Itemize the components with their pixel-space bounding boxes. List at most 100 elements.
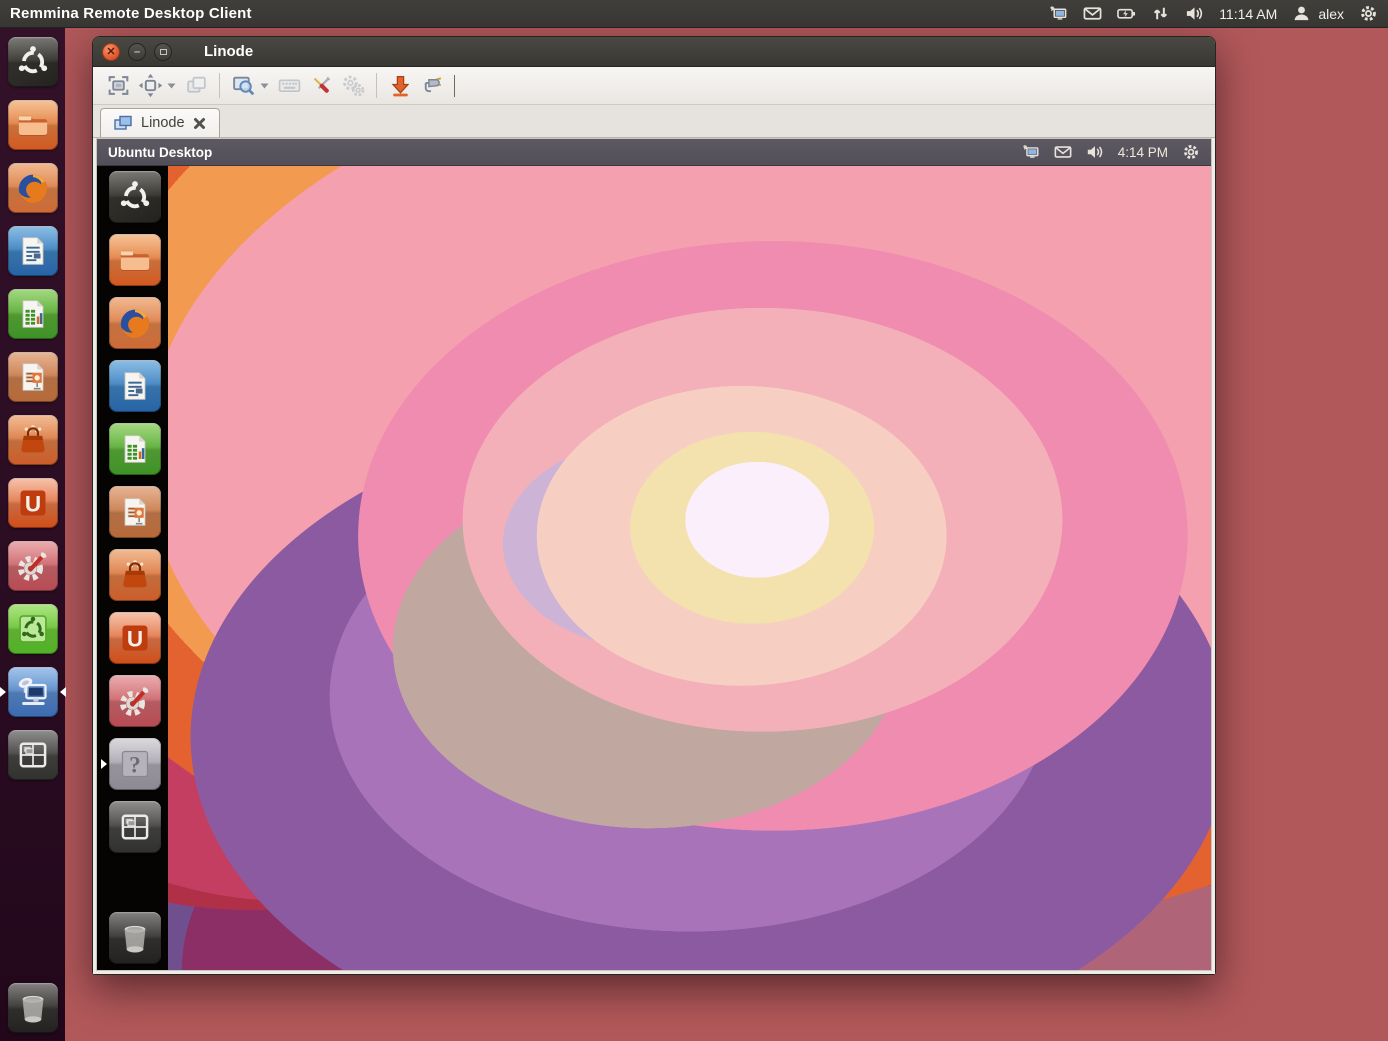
scale-view-icon xyxy=(231,73,256,98)
sync-icon[interactable] xyxy=(1151,4,1170,23)
remote-clock[interactable]: 4:14 PM xyxy=(1118,145,1168,160)
screenshot-download-button[interactable] xyxy=(384,71,416,101)
firefox-icon xyxy=(13,168,53,208)
svg-text:?: ? xyxy=(129,752,141,778)
remote-content-frame: Ubuntu Desktop 4:14 PM U? xyxy=(93,138,1215,974)
host-tray-icons xyxy=(1049,4,1204,23)
workspace-switcher-launcher-item[interactable] xyxy=(8,730,58,780)
user-icon[interactable] xyxy=(1292,4,1311,23)
software-updater-launcher-item[interactable] xyxy=(8,604,58,654)
libreoffice-writer-icon xyxy=(115,366,155,406)
preferences-tools-button[interactable] xyxy=(305,71,337,101)
files-icon xyxy=(13,105,53,145)
dropdown-caret-icon[interactable] xyxy=(166,83,180,89)
fullscreen-icon xyxy=(106,73,131,98)
focused-indicator-arrow xyxy=(55,687,66,697)
firefox-launcher-item[interactable] xyxy=(109,297,161,349)
window-titlebar[interactable]: ✕ – Linode xyxy=(93,37,1215,67)
libreoffice-writer-launcher-item[interactable] xyxy=(109,360,161,412)
window-tab-icon xyxy=(114,115,133,131)
svg-text:U: U xyxy=(24,491,40,516)
remote-wallpaper xyxy=(168,166,1211,970)
maximize-window-button[interactable] xyxy=(154,43,172,61)
running-indicator-arrow xyxy=(101,759,112,769)
battery-icon[interactable] xyxy=(1117,4,1136,23)
workspace-switcher-icon xyxy=(115,807,155,847)
software-center-icon xyxy=(13,420,53,460)
tab-linode[interactable]: Linode xyxy=(100,108,220,137)
host-indicator-area: 11:14 AM alex xyxy=(1049,4,1378,23)
remote-top-panel: Ubuntu Desktop 4:14 PM xyxy=(97,139,1211,166)
close-tab-button[interactable] xyxy=(193,117,206,130)
libreoffice-calc-launcher-item[interactable] xyxy=(8,289,58,339)
software-center-launcher-item[interactable] xyxy=(8,415,58,465)
volume-icon[interactable] xyxy=(1086,143,1105,162)
remote-desktop-view: Ubuntu Desktop 4:14 PM U? xyxy=(96,138,1212,971)
disconnect-plug-icon xyxy=(420,73,445,98)
scale-view-button[interactable] xyxy=(227,71,259,101)
toolbar-separator xyxy=(219,73,220,98)
system-settings-launcher-item[interactable] xyxy=(109,675,161,727)
software-center-launcher-item[interactable] xyxy=(109,549,161,601)
firefox-launcher-item[interactable] xyxy=(8,163,58,213)
duplicate-connection-button xyxy=(180,71,212,101)
window-title: Linode xyxy=(204,43,253,60)
close-window-button[interactable]: ✕ xyxy=(102,43,120,61)
trash-launcher-item[interactable] xyxy=(109,912,161,964)
trash-icon xyxy=(115,918,155,958)
settings-gears-icon xyxy=(341,73,366,98)
host-clock[interactable]: 11:14 AM xyxy=(1219,6,1277,22)
mail-icon[interactable] xyxy=(1083,4,1102,23)
settings-gears-button xyxy=(337,71,369,101)
gear-icon[interactable] xyxy=(1359,4,1378,23)
resize-window-button[interactable] xyxy=(134,71,166,101)
remote-desktop-tray-icon[interactable] xyxy=(1022,143,1041,162)
libreoffice-impress-icon xyxy=(13,357,53,397)
ubuntu-one-launcher-item[interactable]: U xyxy=(109,612,161,664)
dropdown-caret-icon[interactable] xyxy=(259,83,273,89)
libreoffice-calc-icon xyxy=(115,429,155,469)
system-settings-icon xyxy=(13,546,53,586)
libreoffice-writer-launcher-item[interactable] xyxy=(8,226,58,276)
trash-icon xyxy=(13,988,53,1028)
keyboard-grab-button xyxy=(273,71,305,101)
ubuntu-dash-launcher-item[interactable] xyxy=(109,171,161,223)
files-launcher-item[interactable] xyxy=(8,100,58,150)
remote-session-menu-slot xyxy=(1181,143,1200,162)
libreoffice-impress-icon xyxy=(115,492,155,532)
help-launcher-item[interactable]: ? xyxy=(109,738,161,790)
tab-label: Linode xyxy=(141,115,185,131)
trash-launcher-item[interactable] xyxy=(8,983,58,1033)
libreoffice-calc-launcher-item[interactable] xyxy=(109,423,161,475)
remmina-toolbar xyxy=(93,67,1215,105)
fullscreen-button[interactable] xyxy=(102,71,134,101)
gear-icon[interactable] xyxy=(1181,143,1200,162)
ubuntu-one-launcher-item[interactable]: U xyxy=(8,478,58,528)
preferences-tools-icon xyxy=(309,73,334,98)
duplicate-connection-icon xyxy=(184,73,209,98)
remmina-window: ✕ – Linode Linode Ubuntu Desktop 4:14 PM… xyxy=(92,36,1216,975)
host-top-panel: Remmina Remote Desktop Client 11:14 AM a… xyxy=(0,0,1388,28)
libreoffice-impress-launcher-item[interactable] xyxy=(8,352,58,402)
files-launcher-item[interactable] xyxy=(109,234,161,286)
remote-indicator-area: 4:14 PM xyxy=(1022,143,1200,162)
software-updater-icon xyxy=(13,609,53,649)
remote-panel-title: Ubuntu Desktop xyxy=(108,145,212,160)
libreoffice-impress-launcher-item[interactable] xyxy=(109,486,161,538)
host-panel-title: Remmina Remote Desktop Client xyxy=(10,5,252,22)
remmina-launcher-item[interactable] xyxy=(8,667,58,717)
host-user-slot xyxy=(1292,4,1311,23)
remote-tray-icons xyxy=(1022,143,1105,162)
system-settings-launcher-item[interactable] xyxy=(8,541,58,591)
remote-unity-launcher: U? xyxy=(102,166,168,970)
workspace-switcher-launcher-item[interactable] xyxy=(109,801,161,853)
volume-icon[interactable] xyxy=(1185,4,1204,23)
mail-icon[interactable] xyxy=(1054,143,1073,162)
libreoffice-writer-icon xyxy=(13,231,53,271)
text-caret xyxy=(454,75,455,97)
minimize-window-button[interactable]: – xyxy=(128,43,146,61)
host-user-name[interactable]: alex xyxy=(1318,6,1344,22)
ubuntu-dash-launcher-item[interactable] xyxy=(8,37,58,87)
disconnect-plug-button[interactable] xyxy=(416,71,448,101)
remote-desktop-tray-icon[interactable] xyxy=(1049,4,1068,23)
